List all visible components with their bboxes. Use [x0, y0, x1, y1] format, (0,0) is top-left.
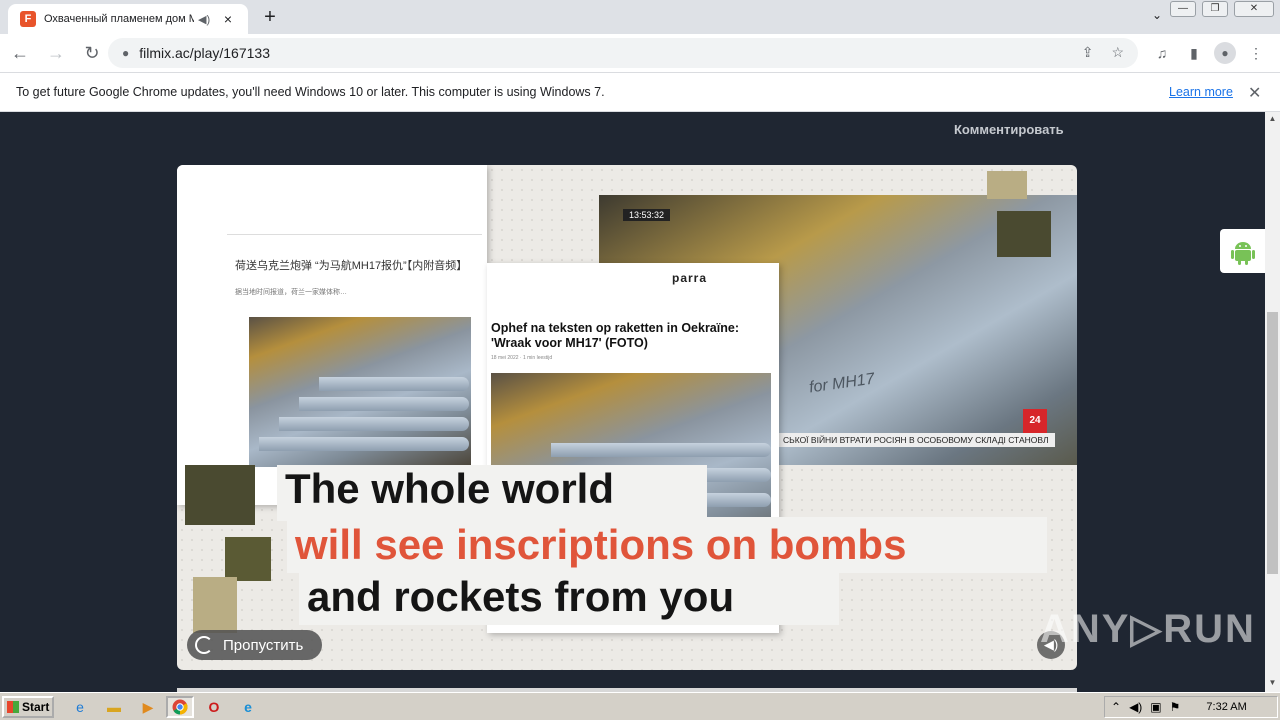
- skip-ad-button[interactable]: Пропустить: [187, 630, 322, 660]
- media-control-icon[interactable]: ♫: [1150, 45, 1174, 61]
- back-button[interactable]: ←: [4, 43, 36, 64]
- caption-line-1: The whole world: [285, 465, 615, 512]
- page-scrollbar[interactable]: ▲ ▼: [1265, 112, 1280, 692]
- scroll-down-arrow-icon[interactable]: ▼: [1265, 678, 1280, 687]
- side-panel-icon[interactable]: ▮: [1182, 45, 1206, 62]
- start-button[interactable]: Start: [2, 696, 54, 718]
- learn-more-link[interactable]: Learn more: [1169, 85, 1233, 99]
- anyrun-watermark: ANY▷RUN: [1040, 607, 1256, 651]
- browser-tab[interactable]: F Охваченный пламенем дом Мо ◀) ×: [8, 4, 248, 34]
- share-icon[interactable]: ⇪: [1082, 44, 1094, 61]
- network-tray-icon[interactable]: ▣: [1150, 700, 1161, 714]
- bookmark-star-icon[interactable]: ☆: [1111, 44, 1124, 61]
- chrome-icon[interactable]: [166, 696, 194, 718]
- tray-expand-icon[interactable]: ⌃: [1111, 700, 1121, 714]
- article-nav-bar: [227, 229, 482, 235]
- infobar-message: To get future Google Chrome updates, you…: [16, 85, 605, 99]
- loading-spinner-icon: [195, 636, 213, 654]
- android-icon: [1230, 242, 1255, 265]
- address-bar[interactable]: ● filmix.ac/play/167133 ⇪ ☆: [108, 38, 1138, 68]
- dutch-meta: 18 mei 2022 · 1 min leestijd: [491, 355, 553, 361]
- toolbar-right: ♫ ▮ ● ⋮: [1150, 38, 1268, 68]
- start-label: Start: [22, 700, 50, 714]
- infobar-close-icon[interactable]: ✕: [1248, 83, 1261, 103]
- camo-shape: [997, 211, 1051, 257]
- shell: [299, 397, 469, 411]
- explorer-folder-icon[interactable]: ▬: [100, 696, 128, 718]
- camo-shape: [987, 171, 1027, 199]
- scroll-up-arrow-icon[interactable]: ▲: [1265, 114, 1280, 123]
- shell: [279, 417, 469, 431]
- lock-icon[interactable]: ●: [122, 46, 129, 60]
- tab-search-icon[interactable]: ⌄: [1152, 8, 1162, 22]
- parra-logo: parra: [672, 271, 708, 285]
- edge-icon[interactable]: e: [234, 696, 262, 718]
- shell: [319, 377, 469, 391]
- shells-photo-left: [249, 317, 471, 467]
- video-timestamp: 13:53:32: [623, 209, 671, 221]
- skip-label: Пропустить: [223, 636, 304, 654]
- menu-icon[interactable]: ⋮: [1244, 45, 1268, 62]
- camo-shape: [193, 577, 237, 633]
- news-ticker: СЬКОЇ ВІЙНИ ВТРАТИ РОСІЯН В ОСОБОВОМУ СК…: [779, 433, 1055, 447]
- restore-button[interactable]: ❐: [1202, 1, 1228, 17]
- forward-button[interactable]: →: [40, 43, 72, 64]
- tab-close-icon[interactable]: ×: [220, 11, 236, 27]
- camo-shape: [225, 537, 271, 581]
- url-text[interactable]: filmix.ac/play/167133: [139, 45, 270, 61]
- favicon-icon: F: [20, 11, 36, 27]
- article-chinese: 荷送乌克兰炮弹 “为马航MH17报仇”【内附音频】 据当地时间报道，荷兰一家媒体…: [177, 165, 487, 505]
- caption-line-2: will see inscriptions on bombs: [295, 521, 907, 568]
- video-player[interactable]: 13:53:32 for MH17 24 СЬКОЇ ВІЙНИ ВТРАТИ …: [177, 165, 1077, 670]
- taskbar-clock[interactable]: 7:32 AM: [1206, 701, 1246, 713]
- reload-button[interactable]: ↻: [76, 43, 108, 64]
- tab-strip: F Охваченный пламенем дом Мо ◀) × + ⌄ — …: [0, 0, 1280, 34]
- windows-taskbar: Start e ▬ ▶ O e ⌃ ◀) ▣ ⚑ 7:32 AM: [0, 692, 1280, 720]
- caption-line-3: and rockets from you: [307, 573, 735, 620]
- minimize-button[interactable]: —: [1170, 1, 1196, 17]
- chrome-logo-icon: [172, 699, 188, 715]
- scroll-thumb[interactable]: [1267, 312, 1278, 574]
- page-content: Комментировать 13:53:32 for MH17 24 СЬКО…: [0, 112, 1265, 692]
- new-tab-button[interactable]: +: [260, 6, 280, 28]
- chinese-subtext: 据当地时间报道，荷兰一家媒体称…: [235, 289, 347, 296]
- ie-icon[interactable]: e: [66, 696, 94, 718]
- browser-toolbar: ← → ↻ ● filmix.ac/play/167133 ⇪ ☆ ♫ ▮ ● …: [0, 34, 1280, 72]
- profile-avatar[interactable]: ●: [1214, 42, 1236, 64]
- shell: [551, 443, 771, 457]
- windows-flag-icon: [7, 701, 19, 713]
- chinese-headline: 荷送乌克兰炮弹 “为马航MH17报仇”【内附音频】: [235, 260, 468, 272]
- shell-inscription: for MH17: [808, 370, 876, 397]
- omnibox-actions: ⇪ ☆: [1082, 44, 1124, 61]
- media-player-icon[interactable]: ▶: [134, 696, 162, 718]
- close-window-button[interactable]: ✕: [1234, 1, 1274, 17]
- action-center-flag-icon[interactable]: ⚑: [1170, 700, 1181, 714]
- opera-icon[interactable]: O: [200, 696, 228, 718]
- window-controls: — ❐ ✕: [1170, 0, 1274, 18]
- system-tray: ⌃ ◀) ▣ ⚑ 7:32 AM: [1104, 696, 1278, 718]
- comment-link[interactable]: Комментировать: [954, 122, 1064, 137]
- android-app-button[interactable]: [1220, 229, 1265, 273]
- dutch-headline: Ophef na teksten op raketten in Oekraïne…: [491, 321, 739, 350]
- shell: [259, 437, 469, 451]
- camo-shape: [185, 465, 255, 525]
- channel-24-logo: 24: [1023, 409, 1047, 433]
- speaker-icon[interactable]: ◀): [198, 13, 214, 26]
- volume-tray-icon[interactable]: ◀): [1129, 700, 1142, 714]
- update-infobar: To get future Google Chrome updates, you…: [0, 72, 1280, 112]
- tab-title: Охваченный пламенем дом Мо: [44, 13, 194, 25]
